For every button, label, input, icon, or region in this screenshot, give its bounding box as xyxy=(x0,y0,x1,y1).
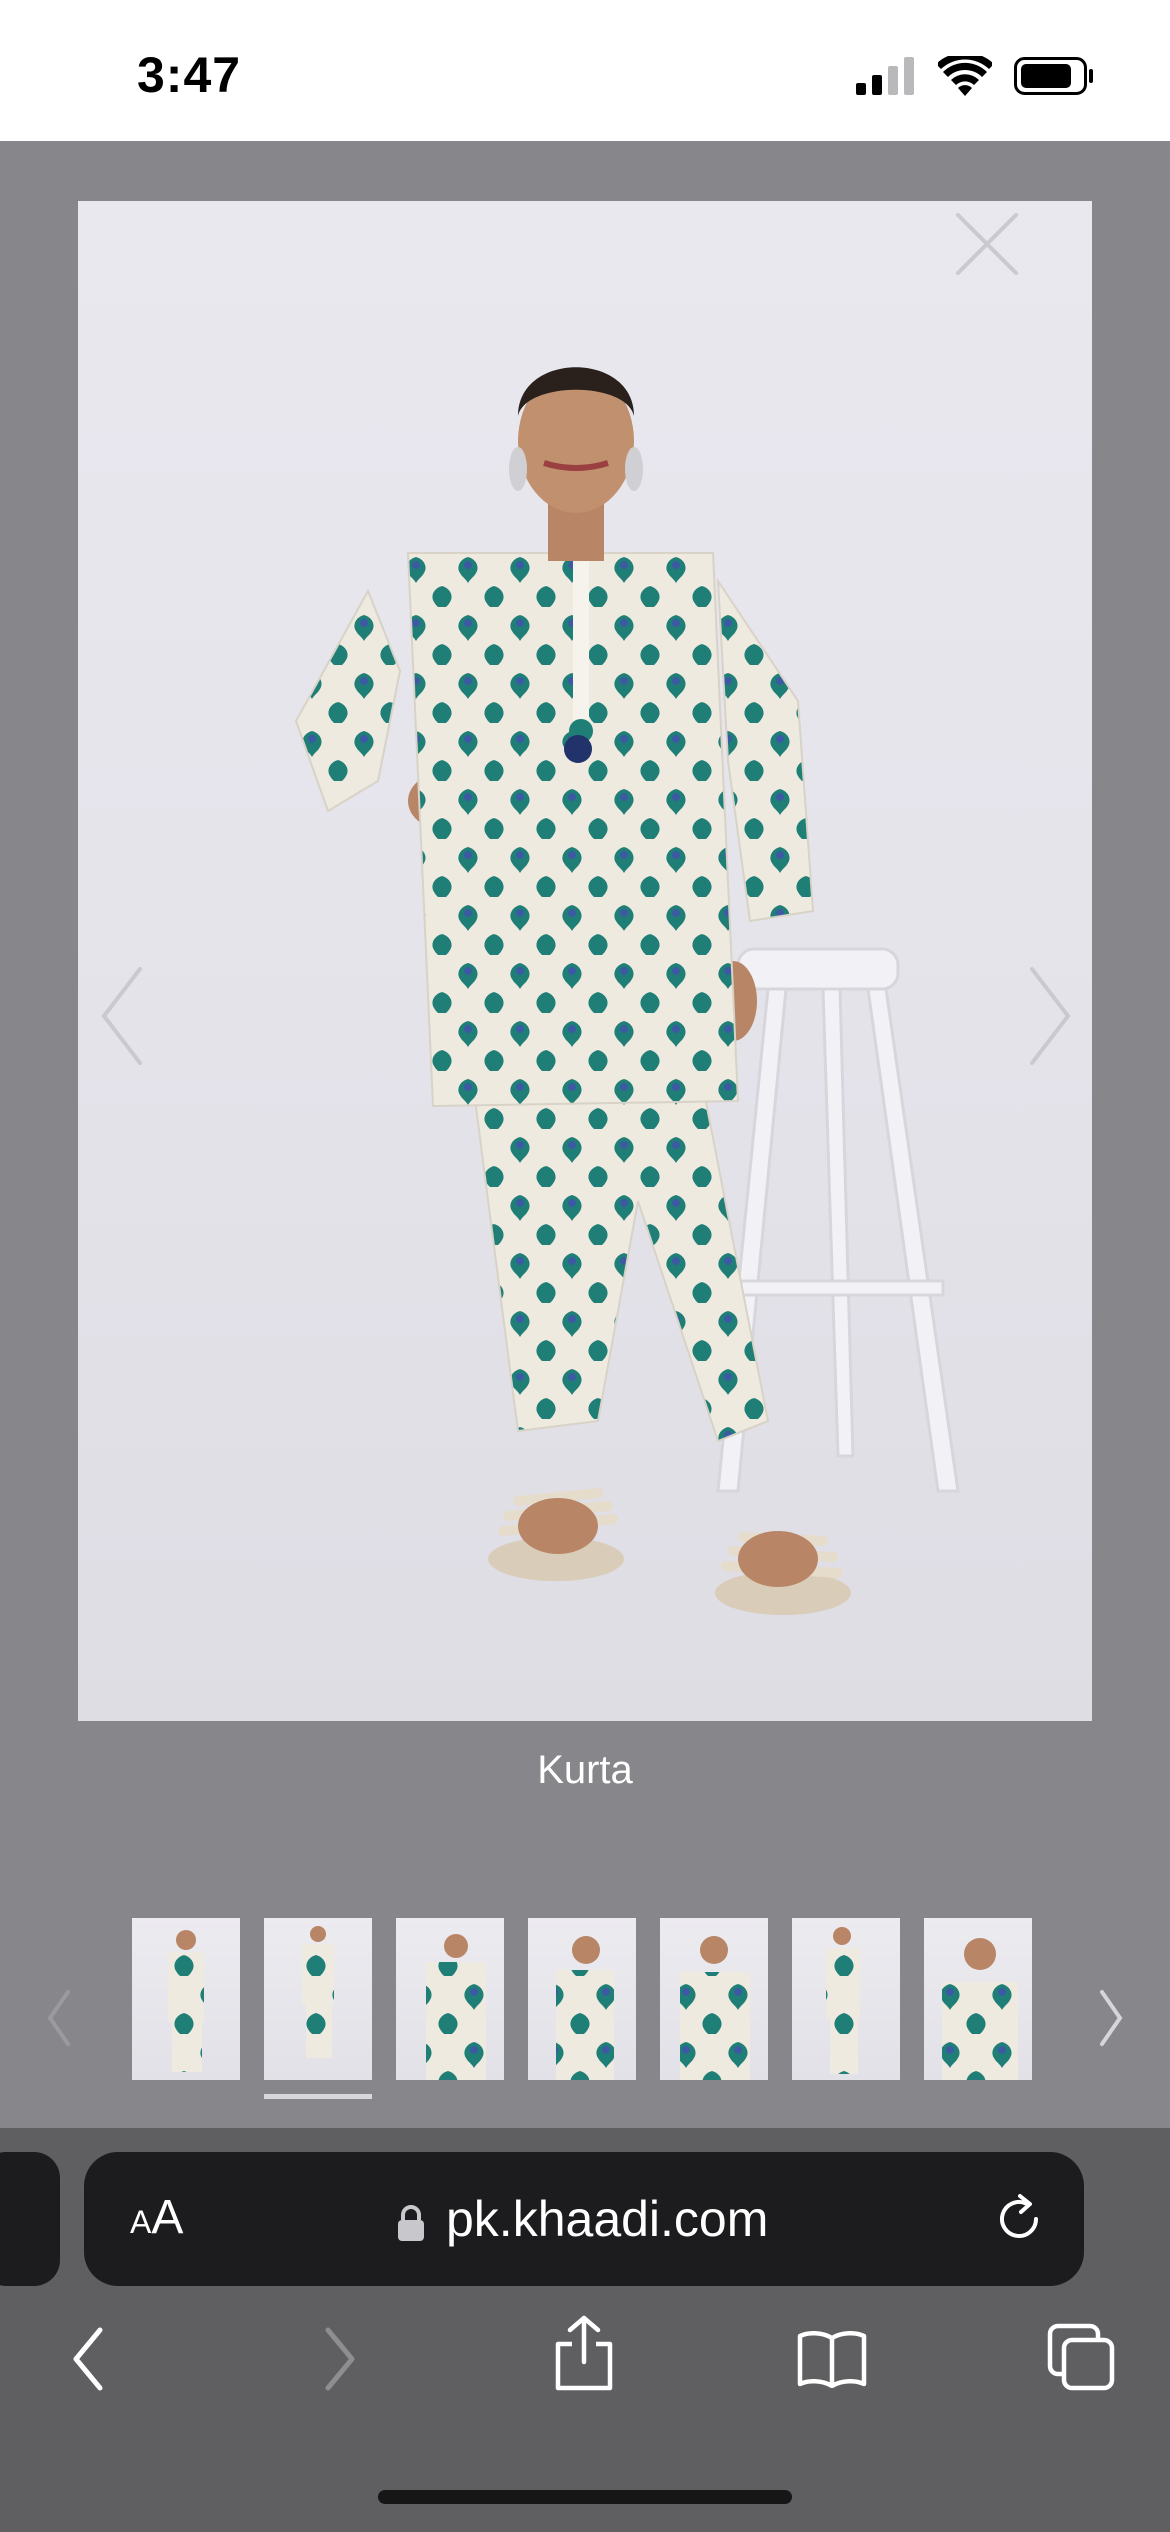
address-bar[interactable]: AA pk.khaadi.com xyxy=(84,2152,1084,2286)
back-icon[interactable] xyxy=(68,2324,108,2394)
thumbnail[interactable] xyxy=(660,1918,768,2080)
thumbnail-strip xyxy=(0,1900,1170,2110)
image-caption: Kurta xyxy=(537,1748,633,1792)
tabs-icon[interactable] xyxy=(1046,2322,1116,2392)
thumbnail-selected[interactable] xyxy=(264,1918,372,2080)
text-size-button[interactable]: AA xyxy=(130,2190,183,2245)
thumbnail[interactable] xyxy=(396,1918,504,2080)
model-illustration xyxy=(294,367,960,1615)
status-bar: 3:47 xyxy=(0,0,1170,141)
product-photo[interactable] xyxy=(78,201,1092,1721)
product-gallery: Kurta xyxy=(0,141,1170,2129)
thumbnail-prev-icon[interactable] xyxy=(44,1988,74,2048)
next-image-icon[interactable] xyxy=(1018,961,1078,1071)
thumbnail[interactable] xyxy=(792,1918,900,2080)
selected-thumbnail-indicator xyxy=(264,2094,372,2099)
previous-tab-preview[interactable] xyxy=(0,2152,60,2286)
share-icon[interactable] xyxy=(552,2314,616,2392)
cellular-signal-icon xyxy=(856,57,914,95)
thumbnail[interactable] xyxy=(132,1918,240,2080)
browser-toolbar: AA pk.khaadi.com xyxy=(0,2128,1170,2532)
thumbnail[interactable] xyxy=(528,1918,636,2080)
bookmarks-icon[interactable] xyxy=(796,2328,868,2388)
status-time: 3:47 xyxy=(137,47,242,103)
status-icons xyxy=(856,56,1094,96)
wifi-icon xyxy=(938,56,992,96)
reload-icon[interactable] xyxy=(992,2192,1046,2246)
close-icon[interactable] xyxy=(952,209,1022,279)
forward-icon[interactable] xyxy=(320,2324,360,2394)
thumbnail[interactable] xyxy=(924,1918,1032,2080)
thumbnail-next-icon[interactable] xyxy=(1096,1988,1126,2048)
home-indicator[interactable] xyxy=(378,2490,792,2504)
lock-icon xyxy=(398,2205,424,2241)
previous-image-icon[interactable] xyxy=(94,961,154,1071)
battery-icon xyxy=(1014,57,1093,95)
url-text[interactable]: pk.khaadi.com xyxy=(446,2190,768,2248)
